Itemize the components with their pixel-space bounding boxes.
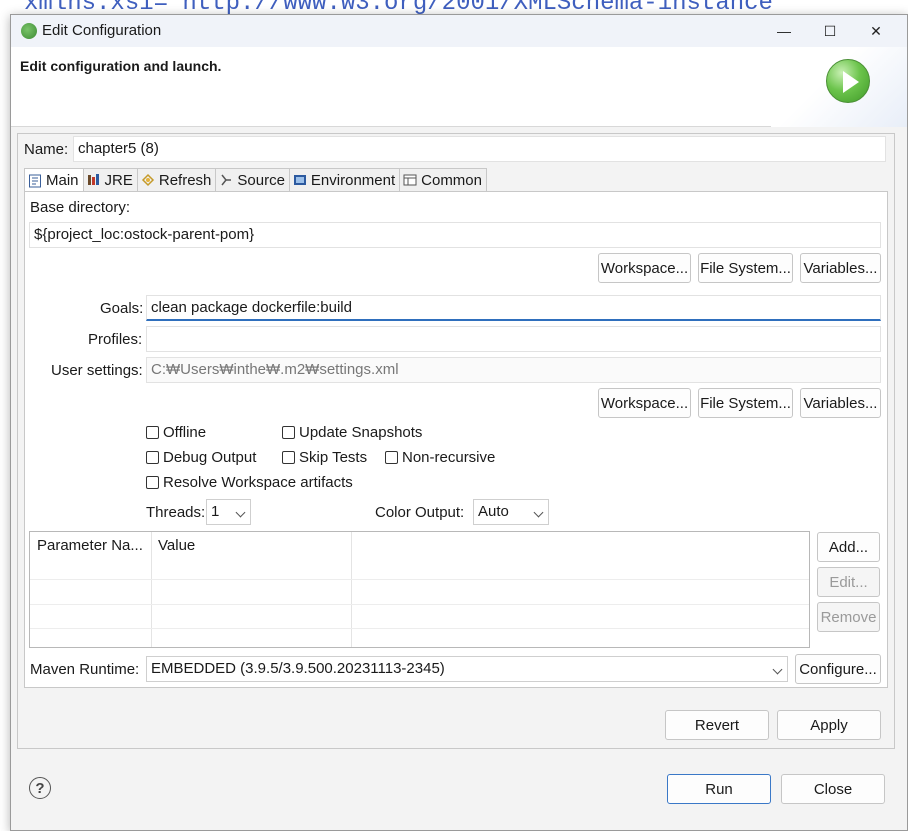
threads-value: 1 (211, 503, 220, 520)
base-dir-workspace-button[interactable]: Workspace... (598, 253, 691, 283)
edit-configuration-dialog: Edit Configuration — ☐ ✕ Edit configurat… (10, 14, 908, 831)
tab-bar: Main JRE Refresh Source Environment Comm (24, 168, 487, 192)
tab-environment-label: Environment (310, 171, 396, 189)
minimize-button[interactable]: — (761, 15, 807, 47)
apply-button[interactable]: Apply (777, 710, 881, 740)
non-recursive-label: Non-recursive (402, 449, 496, 466)
checkbox-box[interactable] (146, 426, 159, 439)
chevron-down-icon (235, 507, 246, 518)
maven-runtime-value: EMBEDDED (3.9.5/3.9.500.20231113-2345) (151, 660, 445, 677)
tab-common[interactable]: Common (400, 168, 487, 192)
window-title: Edit Configuration (42, 22, 162, 39)
base-dir-variables-button[interactable]: Variables... (800, 253, 881, 283)
checkbox-box[interactable] (282, 451, 295, 464)
main-tab-icon (28, 174, 42, 188)
tab-environment[interactable]: Environment (289, 168, 401, 192)
maven-runtime-select[interactable]: EMBEDDED (3.9.5/3.9.500.20231113-2345) (146, 656, 788, 682)
resolve-workspace-label: Resolve Workspace artifacts (163, 474, 353, 491)
column-divider (151, 532, 152, 647)
tab-common-label: Common (421, 171, 482, 189)
resolve-workspace-checkbox[interactable]: Resolve Workspace artifacts (146, 474, 353, 491)
help-icon[interactable]: ? (29, 777, 51, 799)
color-output-label: Color Output: (375, 504, 465, 521)
threads-label: Threads: (146, 504, 206, 521)
header-description: Edit configuration and launch. (20, 58, 222, 74)
row-divider (30, 604, 809, 605)
update-snapshots-label: Update Snapshots (299, 424, 423, 441)
update-snapshots-checkbox[interactable]: Update Snapshots (282, 424, 422, 441)
tab-source-label: Source (237, 171, 285, 189)
checkbox-box[interactable] (146, 451, 159, 464)
user-settings-label: User settings: (51, 362, 143, 379)
tab-main-label: Main (46, 172, 79, 189)
name-input[interactable]: chapter5 (8) (73, 136, 886, 162)
base-directory-input[interactable]: ${project_loc:ostock-parent-pom} (29, 222, 881, 248)
maximize-button[interactable]: ☐ (807, 15, 853, 47)
base-dir-filesystem-button[interactable]: File System... (698, 253, 793, 283)
checkbox-box[interactable] (385, 451, 398, 464)
skip-tests-label: Skip Tests (299, 449, 368, 466)
close-window-button[interactable]: ✕ (853, 15, 899, 47)
color-output-value: Auto (478, 503, 509, 520)
chevron-down-icon (533, 507, 544, 518)
tab-refresh[interactable]: Refresh (137, 168, 217, 192)
goals-input[interactable]: clean package dockerfile:build (146, 295, 881, 321)
tab-source[interactable]: Source (216, 168, 290, 192)
edit-parameter-button[interactable]: Edit... (817, 567, 880, 597)
settings-filesystem-button[interactable]: File System... (698, 388, 793, 418)
color-output-select[interactable]: Auto (473, 499, 549, 525)
parameters-table[interactable]: Parameter Na... Value (29, 531, 810, 648)
source-icon (219, 173, 233, 187)
dialog-header: Edit configuration and launch. (11, 47, 907, 127)
base-directory-label: Base directory: (30, 199, 131, 216)
goals-label: Goals: (100, 300, 144, 317)
settings-workspace-button[interactable]: Workspace... (598, 388, 691, 418)
skip-tests-checkbox[interactable]: Skip Tests (282, 449, 367, 466)
threads-select[interactable]: 1 (206, 499, 251, 525)
environment-icon (293, 173, 307, 187)
add-parameter-button[interactable]: Add... (817, 532, 880, 562)
profiles-label: Profiles: (88, 331, 143, 348)
profiles-input[interactable] (146, 326, 881, 352)
jre-icon (87, 173, 101, 187)
name-label: Name: (24, 141, 69, 158)
non-recursive-checkbox[interactable]: Non-recursive (385, 449, 495, 466)
title-bar[interactable]: Edit Configuration — ☐ ✕ (11, 15, 907, 47)
settings-variables-button[interactable]: Variables... (800, 388, 881, 418)
configure-runtime-button[interactable]: Configure... (795, 654, 881, 684)
common-icon (403, 173, 417, 187)
debug-output-label: Debug Output (163, 449, 257, 466)
checkbox-box[interactable] (146, 476, 159, 489)
tab-jre-label: JRE (104, 171, 133, 189)
row-divider (30, 579, 809, 580)
row-divider (30, 628, 809, 629)
chevron-down-icon (772, 664, 783, 675)
column-header-parameter-name[interactable]: Parameter Na... (30, 532, 151, 560)
offline-checkbox[interactable]: Offline (146, 424, 206, 441)
column-divider (351, 532, 352, 647)
spring-app-icon (21, 23, 37, 39)
remove-parameter-button[interactable]: Remove (817, 602, 880, 632)
run-button[interactable]: Run (667, 774, 771, 804)
checkbox-box[interactable] (282, 426, 295, 439)
maven-runtime-label: Maven Runtime: (30, 661, 140, 678)
user-settings-input[interactable]: C:₩Users₩inthe₩.m2₩settings.xml (146, 357, 881, 383)
tab-main[interactable]: Main (24, 168, 84, 192)
tab-jre[interactable]: JRE (83, 168, 138, 192)
run-launch-icon (826, 59, 870, 103)
close-button[interactable]: Close (781, 774, 885, 804)
debug-output-checkbox[interactable]: Debug Output (146, 449, 256, 466)
column-header-value[interactable]: Value (151, 532, 351, 560)
revert-button[interactable]: Revert (665, 710, 769, 740)
offline-label: Offline (163, 424, 207, 441)
tab-refresh-label: Refresh (158, 171, 212, 189)
refresh-icon (141, 173, 155, 187)
